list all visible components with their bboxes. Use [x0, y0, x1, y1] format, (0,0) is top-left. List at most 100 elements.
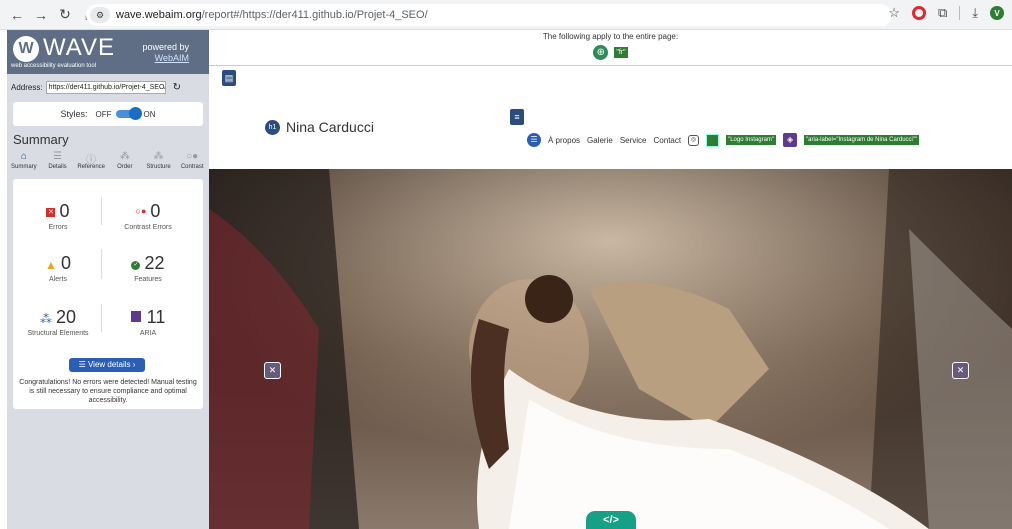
tab-label: Contrast [180, 164, 204, 170]
language-tag[interactable]: "fr" [614, 47, 628, 58]
alt-text-tag[interactable]: "Logo Instagram" [726, 135, 777, 145]
tab-label: Details [48, 164, 67, 170]
order-icon: ⁂ [119, 151, 130, 162]
nav-item-contact[interactable]: Contact [654, 136, 682, 145]
contrast-icon: ○● [135, 206, 147, 216]
navigation-region-icon[interactable]: ≡ [510, 109, 524, 125]
extensions-icon[interactable]: ⧉ [938, 5, 947, 21]
wave-sidebar: W WAVE web accessibility evaluation tool… [7, 30, 209, 529]
wave-logo-text: WAVE [43, 34, 116, 61]
tab-label: Summary [11, 164, 37, 170]
refresh-icon[interactable]: ↻ [173, 82, 181, 93]
site-title: h1 Nina Carducci [265, 119, 374, 135]
features-stat[interactable]: ✓ 22 Features [103, 253, 193, 283]
errors-count: 0 [59, 201, 70, 221]
url-host: wave.webaim.org [116, 9, 202, 21]
image-alt-icon[interactable]: ✕ [264, 362, 281, 379]
structural-label: Structural Elements [27, 330, 89, 337]
address-input[interactable]: https://der411.github.io/Projet-4_SEO/ [45, 80, 166, 94]
styles-on-label: ON [143, 109, 156, 119]
home-icon: ⌂ [20, 151, 27, 162]
alerts-count: 0 [60, 253, 71, 273]
aria-label-tag[interactable]: "aria-label="Instagram de Nina Carducci"… [804, 135, 920, 145]
aria-label-icon[interactable]: ◈ [783, 133, 798, 147]
list-icon: ☰ [78, 360, 88, 369]
opera-icon[interactable] [911, 6, 926, 20]
contrast-label: Contrast Errors [124, 224, 172, 231]
contrast-stat[interactable]: ○● 0 Contrast Errors [103, 201, 193, 231]
alert-icon: ▲ [45, 258, 57, 272]
tab-order[interactable]: ⁂ Order [108, 151, 142, 179]
header-region-icon[interactable]: ▤ [222, 70, 236, 86]
evaluated-page: The following apply to the entire page: … [209, 30, 1012, 529]
forward-icon[interactable]: → [30, 4, 52, 26]
contrast-count: 0 [150, 201, 161, 221]
wave-tabs: ⌂ Summary ☰ Details ⓘ Reference ⁂ Order ⁂ Str… [7, 151, 209, 179]
wave-logo-icon: W [13, 36, 39, 62]
view-details-button[interactable]: ☰ View details › [69, 358, 145, 372]
instagram-icon[interactable]: ◎ [688, 134, 700, 146]
browser-toolbar: ← → ↻ ⌂ ⚙ wave.webaim.org /report#/https… [0, 0, 1012, 30]
summary-panel: ✕ 0 Errors ○● 0 Contrast Errors ▲ 0 Alerts … [13, 179, 203, 409]
wave-tagline: web accessibility evaluation tool [11, 63, 97, 69]
alerts-stat[interactable]: ▲ 0 Alerts [13, 253, 103, 283]
webaim-link[interactable]: WebAIM [155, 53, 189, 63]
tab-contrast[interactable]: ○● Contrast [175, 151, 209, 179]
aria-label: ARIA [139, 330, 157, 337]
errors-label: Errors [48, 224, 68, 231]
features-count: 22 [144, 253, 165, 273]
aria-stat[interactable]: 11 ARIA [103, 307, 193, 337]
structure-icon: ⁂ [153, 151, 164, 162]
wave-header: W WAVE web accessibility evaluation tool… [7, 30, 209, 74]
tab-label: Reference [77, 164, 106, 170]
address-bar[interactable]: ⚙ wave.webaim.org /report#/https://der41… [86, 4, 892, 26]
tab-structure[interactable]: ⁂ Structure [142, 151, 176, 179]
alt-text-icon[interactable] [706, 133, 720, 147]
tab-label: Structure [146, 164, 171, 170]
profile-avatar[interactable]: V [990, 6, 1004, 20]
styles-toggle-row: Styles: OFF ON [13, 102, 203, 126]
url-path: /report#/https://der411.github.io/Projet… [201, 9, 428, 21]
nav-item-about[interactable]: À propos [548, 136, 580, 145]
errors-stat[interactable]: ✕ 0 Errors [13, 201, 103, 231]
reload-icon[interactable]: ↻ [54, 4, 76, 26]
hero-image [209, 169, 1012, 529]
tab-summary[interactable]: ⌂ Summary [7, 151, 41, 179]
tab-label: Order [117, 164, 133, 170]
error-icon: ✕ [46, 208, 56, 217]
list-icon: ☰ [53, 151, 62, 162]
site-name-text: Nina Carducci [286, 119, 374, 135]
download-icon[interactable]: ⤓ [972, 5, 978, 21]
structural-stat[interactable]: ⁂ 20 Structural Elements [13, 307, 103, 337]
h1-badge[interactable]: h1 [265, 119, 280, 135]
bookmark-star-icon[interactable]: ☆ [888, 5, 900, 21]
styles-label: Styles: [60, 109, 88, 119]
features-label: Features [134, 276, 162, 283]
powered-by: powered by WebAIM [142, 42, 189, 64]
styles-toggle[interactable] [115, 107, 142, 120]
summary-heading: Summary [13, 132, 69, 147]
site-nav: ☰ À propos Galerie Service Contact ◎ "Lo… [527, 133, 920, 147]
address-label: Address: [11, 82, 43, 92]
nav-item-service[interactable]: Service [620, 136, 647, 145]
alerts-label: Alerts [49, 276, 67, 283]
structure-icon: ⁂ [39, 312, 52, 326]
feature-icon: ✓ [131, 261, 141, 270]
structural-count: 20 [55, 307, 77, 327]
congrats-message: Congratulations! No errors were detected… [19, 379, 197, 404]
aria-count: 11 [146, 307, 166, 327]
styles-off-label: OFF [95, 109, 112, 119]
list-icon[interactable]: ☰ [527, 133, 541, 147]
tab-details[interactable]: ☰ Details [41, 151, 75, 179]
nav-item-gallery[interactable]: Galerie [587, 136, 613, 145]
powered-by-text: powered by [142, 42, 189, 52]
info-icon: ⓘ [86, 155, 97, 166]
image-alt-icon[interactable]: ✕ [952, 362, 969, 379]
language-globe-icon[interactable]: ⊕ [593, 45, 609, 60]
site-info-icon[interactable]: ⚙ [90, 7, 110, 23]
contrast-icon: ○● [186, 151, 199, 162]
back-icon[interactable]: ← [6, 4, 28, 26]
address-row: Address: https://der411.github.io/Projet… [7, 78, 209, 96]
tab-reference[interactable]: ⓘ Reference [74, 151, 108, 179]
code-toggle-icon[interactable]: </> [586, 511, 636, 529]
